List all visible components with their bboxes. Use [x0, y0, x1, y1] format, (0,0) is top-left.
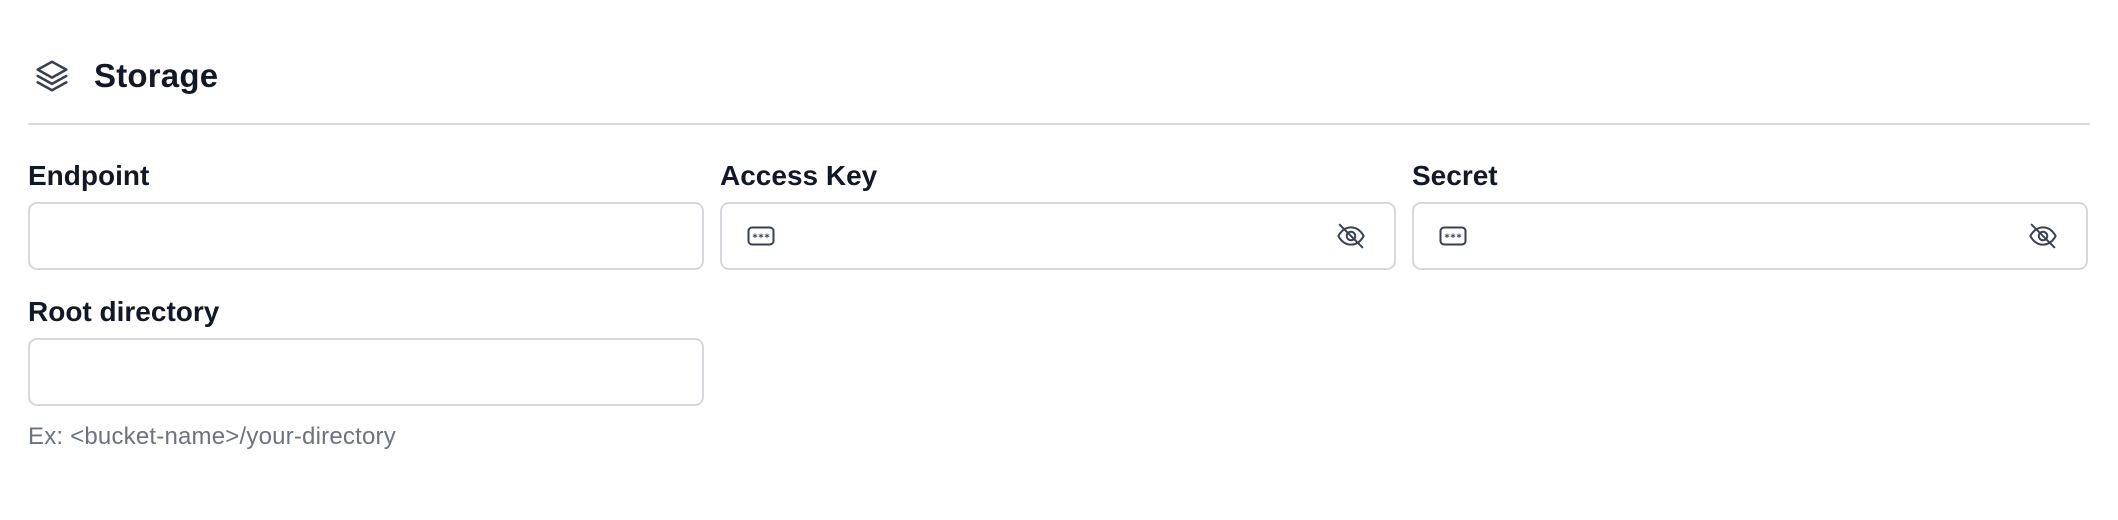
section-header: Storage [28, 50, 218, 102]
eye-off-icon[interactable] [1334, 219, 1368, 253]
endpoint-input-box[interactable] [28, 202, 704, 270]
svg-text:***: *** [1444, 233, 1462, 244]
root-directory-input[interactable] [30, 340, 702, 404]
section-title: Storage [94, 57, 219, 94]
root-directory-helper-text: Ex: <bucket-name>/your-directory [28, 423, 396, 450]
secret-label: Secret [1412, 160, 1498, 191]
access-key-input-box[interactable]: *** [720, 202, 1396, 270]
root-directory-label: Root directory [28, 296, 220, 327]
access-key-field: Access Key *** [720, 159, 1396, 279]
storage-settings-panel: Storage Endpoint Access Key *** Secret *… [0, 0, 2118, 520]
endpoint-field: Endpoint [28, 159, 704, 279]
endpoint-input[interactable] [30, 204, 702, 268]
endpoint-label: Endpoint [28, 160, 150, 191]
access-key-label: Access Key [720, 160, 878, 191]
secret-input-box[interactable]: *** [1412, 202, 2088, 270]
access-key-input[interactable] [776, 204, 1334, 268]
root-directory-field: Root directory Ex: <bucket-name>/your-di… [28, 295, 704, 465]
password-dots-icon: *** [1438, 221, 1468, 251]
section-divider [28, 123, 2090, 125]
secret-input[interactable] [1468, 204, 2026, 268]
secret-field: Secret *** [1412, 159, 2088, 279]
root-directory-input-box[interactable] [28, 338, 704, 406]
password-dots-icon: *** [746, 221, 776, 251]
eye-off-icon[interactable] [2026, 219, 2060, 253]
svg-text:***: *** [752, 233, 770, 244]
layers-icon [28, 52, 76, 100]
